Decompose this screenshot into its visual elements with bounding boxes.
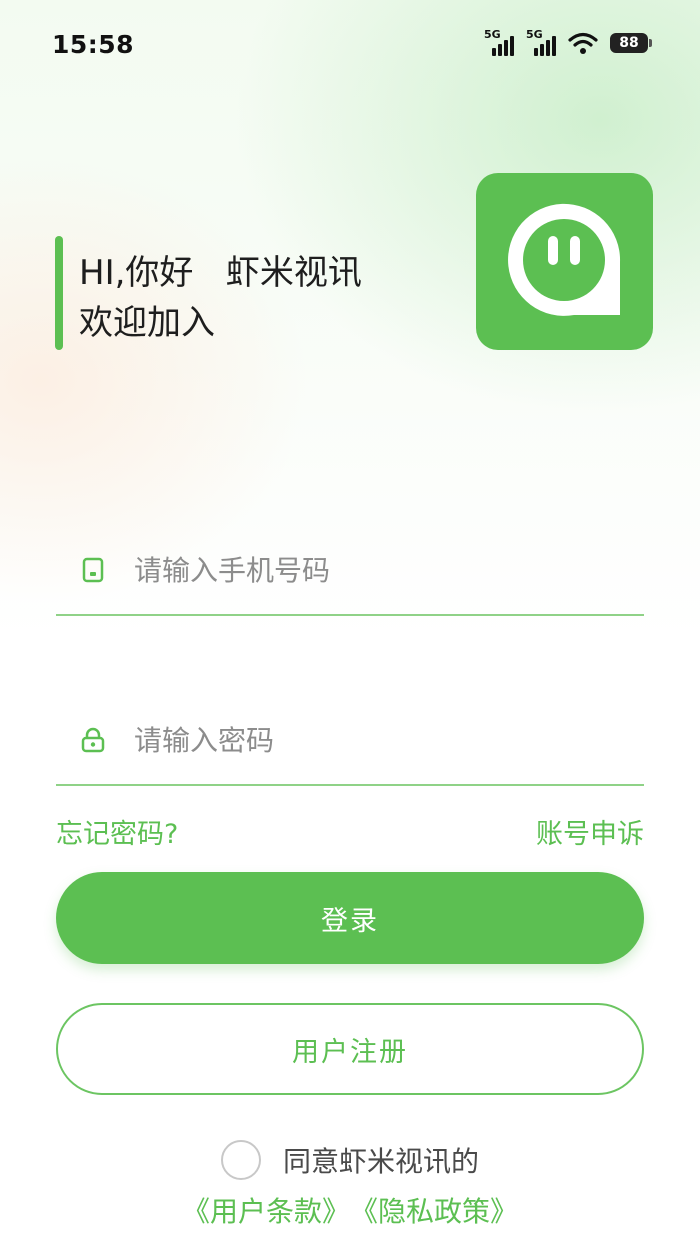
user-terms-link[interactable]: 《用户条款》 bbox=[182, 1190, 350, 1230]
login-button[interactable]: 登录 bbox=[56, 872, 644, 964]
password-field bbox=[56, 696, 644, 786]
status-bar: 15:58 5G 5G 88 bbox=[0, 0, 700, 90]
lock-icon bbox=[78, 725, 108, 755]
phone-icon bbox=[78, 555, 108, 585]
welcome-block: HI,你好 虾米视讯 欢迎加入 bbox=[55, 236, 362, 350]
privacy-policy-link[interactable]: 《隐私政策》 bbox=[350, 1190, 518, 1230]
app-logo bbox=[476, 173, 653, 350]
wifi-icon bbox=[568, 32, 598, 54]
forgot-password-link[interactable]: 忘记密码? bbox=[56, 812, 178, 851]
register-button[interactable]: 用户注册 bbox=[56, 1003, 644, 1095]
welcome-text: HI,你好 虾米视讯 欢迎加入 bbox=[79, 236, 362, 350]
battery-icon: 88 bbox=[610, 33, 652, 53]
agreement-text: 同意虾米视讯的 bbox=[282, 1145, 479, 1178]
phone-field bbox=[56, 526, 644, 616]
account-appeal-link[interactable]: 账号申诉 bbox=[536, 812, 644, 851]
status-time: 15:58 bbox=[52, 30, 135, 59]
login-screen: 15:58 5G 5G 88 HI,你好 虾米视讯 欢迎加入 请输入手机号码 忘… bbox=[0, 0, 700, 1244]
agreement-row: 同意虾米视讯的 bbox=[0, 1140, 700, 1180]
welcome-subtitle: 欢迎加入 bbox=[79, 303, 215, 343]
accent-bar bbox=[55, 236, 63, 350]
password-input[interactable] bbox=[134, 723, 614, 757]
signal-icon: 5G bbox=[526, 28, 560, 56]
welcome-greeting: HI,你好 虾米视讯 bbox=[79, 253, 362, 293]
status-icons: 5G 5G 88 bbox=[484, 28, 652, 56]
chat-bubble-face-icon bbox=[508, 203, 621, 316]
agreement-checkbox[interactable] bbox=[220, 1140, 261, 1180]
phone-input[interactable] bbox=[134, 553, 614, 587]
terms-row: 《用户条款》 《隐私政策》 bbox=[0, 1190, 700, 1230]
signal-icon: 5G bbox=[484, 28, 518, 56]
